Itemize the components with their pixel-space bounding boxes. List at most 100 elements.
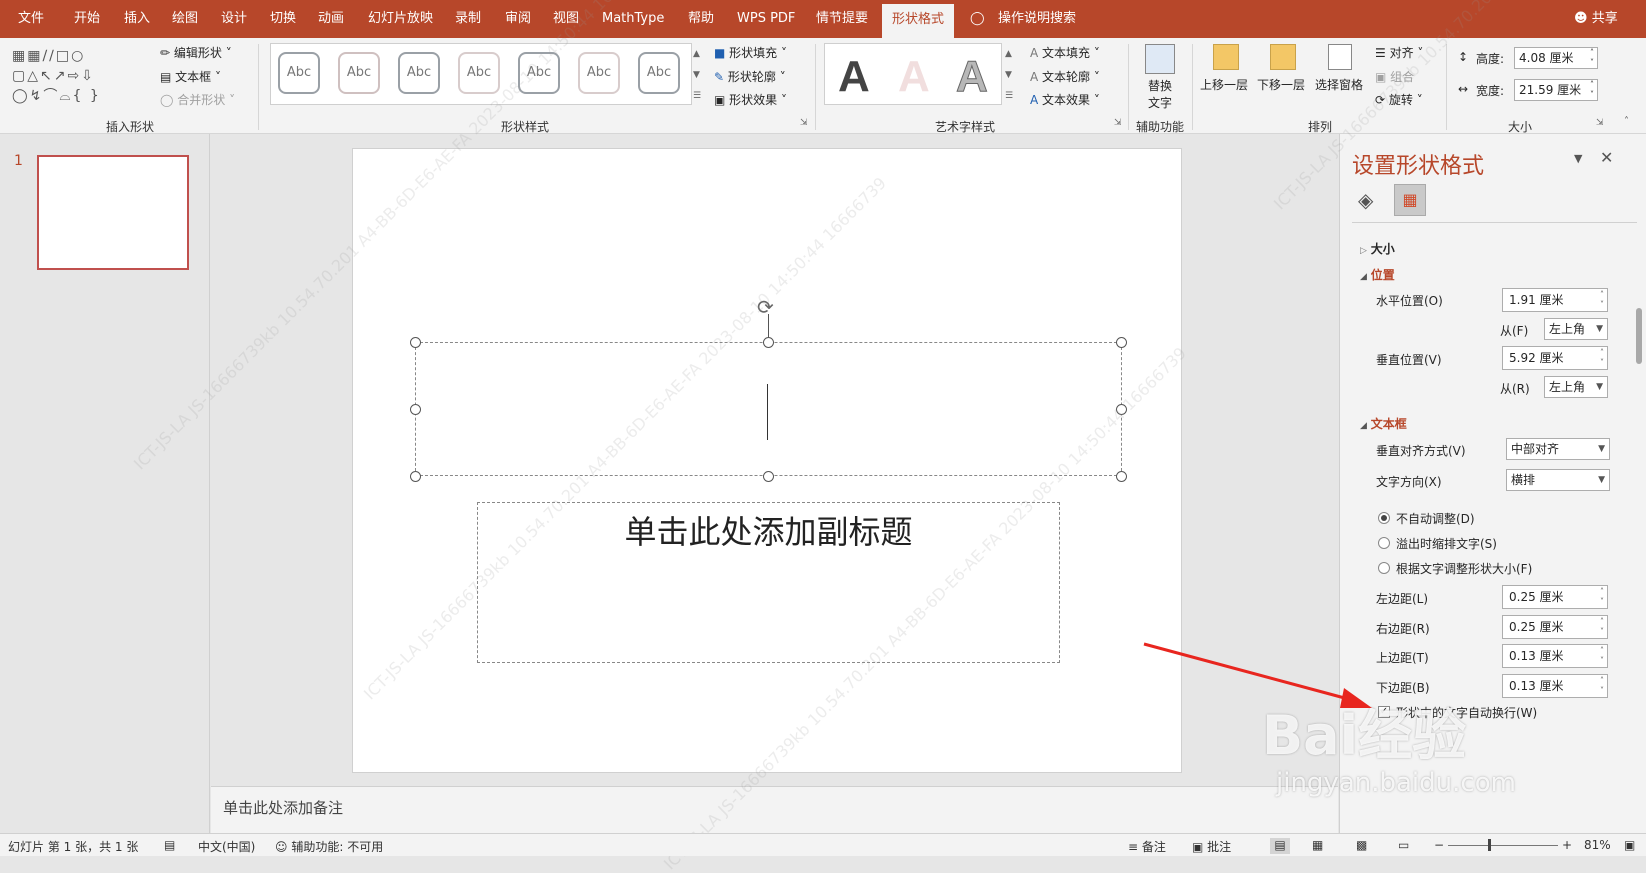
dialog-launcher-icon[interactable]: ⇲ <box>1596 118 1604 128</box>
normal-view-icon[interactable]: ▤ <box>1270 838 1290 854</box>
comments-toggle[interactable]: ▣ 批注 <box>1192 838 1231 855</box>
radio-shrink-on-overflow[interactable] <box>1378 537 1390 549</box>
shape-style-swatch[interactable]: Abc <box>278 52 320 94</box>
top-margin-input[interactable]: 0.13 厘米 ˄ ˅ <box>1502 644 1608 668</box>
from-dropdown-2[interactable]: 左上角 ▼ <box>1544 376 1608 398</box>
dialog-launcher-icon[interactable]: ⇲ <box>800 118 808 128</box>
shape-effects-button[interactable]: ▣ 形状效果 ˅ <box>714 91 787 108</box>
text-fill-button[interactable]: A 文本填充 ˅ <box>1030 44 1100 61</box>
wordart-style[interactable]: A <box>838 52 870 102</box>
vertical-position-input[interactable]: 5.92 厘米 ˄ ˅ <box>1502 346 1608 370</box>
pane-scrollbar[interactable] <box>1636 308 1642 364</box>
bottom-margin-input[interactable]: 0.13 厘米 ˄ ˅ <box>1502 674 1608 698</box>
section-position[interactable]: ◢ 位置 <box>1360 266 1395 283</box>
zoom-in-button[interactable]: + <box>1562 838 1572 852</box>
pane-options-icon[interactable]: ▼ <box>1574 152 1582 165</box>
shape-style-swatch[interactable]: Abc <box>518 52 560 94</box>
fill-line-icon[interactable]: ◈ <box>1358 188 1373 212</box>
shape-style-swatch[interactable]: Abc <box>638 52 680 94</box>
tab-slideshow[interactable]: 幻灯片放映 <box>368 0 433 38</box>
slide-sorter-icon[interactable]: ▦ <box>1312 838 1323 852</box>
shape-fill-button[interactable]: ■ 形状填充 ˅ <box>714 44 787 61</box>
fit-slide-icon[interactable]: ▣ <box>1624 838 1635 852</box>
dialog-launcher-icon[interactable]: ⇲ <box>1114 118 1122 128</box>
share-button[interactable]: ☻ 共享 <box>1574 0 1618 38</box>
resize-handle[interactable] <box>410 337 421 348</box>
slideshow-icon[interactable]: ▭ <box>1398 838 1409 852</box>
send-backward-button[interactable]: 下移一层 <box>1257 76 1305 93</box>
tab-design[interactable]: 设计 <box>221 0 247 38</box>
reading-view-icon[interactable]: ▩ <box>1356 838 1367 852</box>
resize-handle[interactable] <box>763 471 774 482</box>
resize-handle[interactable] <box>1116 404 1127 415</box>
selection-pane-button[interactable]: 选择窗格 <box>1315 76 1363 93</box>
shape-outline-button[interactable]: ✎ 形状轮廓 ˅ <box>714 68 786 85</box>
resize-handle[interactable] <box>763 337 774 348</box>
rotate-button[interactable]: ⟳ 旋转 ˅ <box>1375 91 1423 108</box>
resize-handle[interactable] <box>410 471 421 482</box>
tab-mathtype[interactable]: MathType <box>602 0 664 38</box>
spellcheck-icon[interactable]: ▤ <box>164 838 175 852</box>
height-input[interactable]: 4.08 厘米 ˄ ˅ <box>1514 47 1598 69</box>
resize-handle[interactable] <box>1116 337 1127 348</box>
radio-no-autofit[interactable] <box>1378 512 1390 524</box>
right-margin-input[interactable]: 0.25 厘米 ˄ ˅ <box>1502 615 1608 639</box>
zoom-slider-thumb[interactable] <box>1488 839 1491 851</box>
radio-resize-label[interactable]: 根据文字调整形状大小(F) <box>1396 560 1532 577</box>
text-outline-button[interactable]: A 文本轮廓 ˅ <box>1030 68 1100 85</box>
edit-shape-button[interactable]: ✏ 编辑形状 ˅ <box>160 44 232 61</box>
shape-style-swatch[interactable]: Abc <box>398 52 440 94</box>
tab-transitions[interactable]: 切换 <box>270 0 296 38</box>
text-box-button[interactable]: ▤ 文本框 ˅ <box>160 68 221 85</box>
left-margin-input[interactable]: 0.25 厘米 ˄ ˅ <box>1502 585 1608 609</box>
tab-draw[interactable]: 绘图 <box>172 0 198 38</box>
tab-file[interactable]: 文件 <box>18 0 44 38</box>
tab-wps-pdf[interactable]: WPS PDF <box>737 0 795 38</box>
slide-canvas[interactable]: ⟳ 单击此处添加副标题 <box>352 148 1182 773</box>
text-direction-dropdown[interactable]: 横排 ▼ <box>1506 469 1610 491</box>
tab-insert[interactable]: 插入 <box>124 0 150 38</box>
zoom-slider[interactable] <box>1448 845 1558 846</box>
size-properties-icon[interactable]: ▦ <box>1394 184 1426 216</box>
close-icon[interactable]: ✕ <box>1600 148 1613 167</box>
radio-no-autofit-label[interactable]: 不自动调整(D) <box>1396 510 1475 527</box>
rotate-handle-icon[interactable]: ⟳ <box>757 295 774 319</box>
from-dropdown[interactable]: 左上角 ▼ <box>1544 318 1608 340</box>
tab-storyboard[interactable]: 情节提要 <box>816 0 868 38</box>
shape-style-swatch[interactable]: Abc <box>458 52 500 94</box>
resize-handle[interactable] <box>410 404 421 415</box>
tab-view[interactable]: 视图 <box>553 0 579 38</box>
language-indicator[interactable]: 中文(中国) <box>198 838 255 855</box>
alt-text-button[interactable]: 替换 文字 <box>1140 44 1180 110</box>
tab-review[interactable]: 审阅 <box>505 0 531 38</box>
bring-forward-button[interactable]: 上移一层 <box>1200 76 1248 93</box>
tab-help[interactable]: 帮助 <box>688 0 714 38</box>
shape-style-swatch[interactable]: Abc <box>578 52 620 94</box>
zoom-level[interactable]: 81% <box>1584 838 1611 852</box>
tab-animations[interactable]: 动画 <box>318 0 344 38</box>
horizontal-position-input[interactable]: 1.91 厘米 ˄ ˅ <box>1502 288 1608 312</box>
section-size[interactable]: ▷ 大小 <box>1360 240 1395 257</box>
zoom-out-button[interactable]: − <box>1434 838 1444 852</box>
section-textbox[interactable]: ◢ 文本框 <box>1360 415 1407 432</box>
radio-resize-shape[interactable] <box>1378 562 1390 574</box>
gallery-scroll[interactable]: ▲ ▼ ☰ <box>693 44 701 107</box>
radio-shrink-label[interactable]: 溢出时缩排文字(S) <box>1396 535 1497 552</box>
tab-shape-format[interactable]: 形状格式 <box>882 4 955 38</box>
vertical-alignment-dropdown[interactable]: 中部对齐 ▼ <box>1506 438 1610 460</box>
align-button[interactable]: ☰ 对齐 ˅ <box>1375 44 1423 61</box>
wordart-scroll[interactable]: ▲ ▼ ☰ <box>1005 44 1013 107</box>
shape-style-swatch[interactable]: Abc <box>338 52 380 94</box>
width-input[interactable]: 21.59 厘米 ˄ ˅ <box>1514 79 1598 101</box>
notes-pane[interactable]: 单击此处添加备注 <box>211 786 1338 833</box>
tab-home[interactable]: 开始 <box>74 0 100 38</box>
text-effects-button[interactable]: A 文本效果 ˅ <box>1030 91 1100 108</box>
resize-handle[interactable] <box>1116 471 1127 482</box>
group-button[interactable]: ▣ 组合 <box>1375 68 1414 85</box>
notes-toggle[interactable]: ≡ 备注 <box>1128 838 1166 855</box>
collapse-ribbon-icon[interactable]: ˄ <box>1624 116 1629 127</box>
accessibility-status[interactable]: ☺ 辅助功能: 不可用 <box>275 838 383 855</box>
shapes-gallery[interactable]: ▦▦∕∕□○ ▢△↖↗⇨⇩ ◯↯⌒⌓{ } <box>12 46 144 108</box>
tab-record[interactable]: 录制 <box>455 0 481 38</box>
wordart-style[interactable]: A <box>898 52 930 102</box>
